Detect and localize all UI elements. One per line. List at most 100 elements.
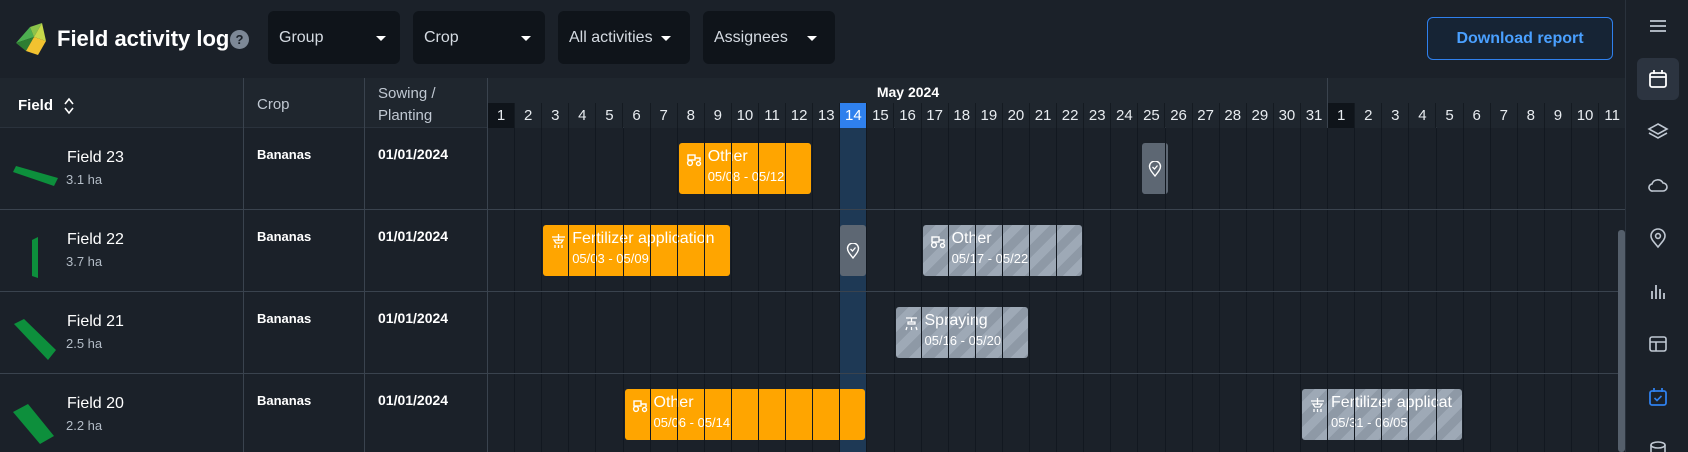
bar-chart-icon[interactable]: [1637, 270, 1679, 312]
activity-dates: 05/03 - 05/09: [572, 251, 649, 266]
sowing-date-cell: 01/01/2024: [378, 310, 449, 326]
day-label: 14: [840, 103, 868, 128]
grid-column-line: [703, 128, 705, 452]
field-area: 3.1 ha: [66, 172, 103, 187]
grid-column-line: [1381, 128, 1383, 452]
day-label: 20: [1002, 103, 1030, 128]
grid-column-line: [974, 128, 976, 452]
grid-column-line: [649, 128, 651, 452]
row-separator: [488, 291, 1625, 292]
grid-column-line: [1435, 128, 1437, 452]
spraying-icon: [904, 317, 918, 331]
field-shape-icon: [14, 319, 56, 360]
day-label: 4: [569, 103, 597, 128]
activity-dates: 05/08 - 05/12: [707, 169, 785, 184]
sowing-date-cell: 01/01/2024: [378, 228, 449, 244]
day-label: 16: [894, 103, 922, 128]
page-title: Field activity log: [57, 26, 230, 51]
day-label: 30: [1273, 103, 1301, 128]
field-area: 2.5 ha: [66, 336, 103, 351]
day-label: 5: [1436, 103, 1464, 128]
grid-column-line: [1543, 128, 1545, 452]
grid-column-line: [920, 128, 922, 452]
activity-label: Fertilizer application: [572, 230, 715, 247]
group-filter[interactable]: Group: [268, 11, 400, 64]
crop-column-header: Crop: [257, 96, 290, 113]
activity-label: Other: [951, 230, 992, 247]
grid-column-line: [514, 128, 516, 452]
database-icon[interactable]: [1637, 429, 1679, 452]
day-label: 6: [1463, 103, 1491, 128]
day-label: 27: [1192, 103, 1220, 128]
field-shape-icon: [13, 404, 54, 444]
sort-icon[interactable]: [63, 96, 75, 116]
assignees-filter[interactable]: Assignees: [703, 11, 835, 64]
day-label: 21: [1030, 103, 1058, 128]
location-pin-icon[interactable]: [1637, 217, 1679, 259]
field-area: 3.7 ha: [66, 254, 103, 269]
help-icon[interactable]: ?: [230, 30, 249, 49]
grid-column-line: [1056, 128, 1058, 452]
grid-column-line: [1164, 128, 1166, 452]
day-label: 2: [515, 103, 543, 128]
calendar-check-icon[interactable]: [1637, 376, 1679, 418]
tractor-icon: [632, 400, 647, 413]
menu-icon[interactable]: [1637, 5, 1679, 47]
activity-label: Other: [707, 148, 748, 165]
fertilizer-icon: [552, 234, 566, 248]
activity-bar[interactable]: Other 05/08 - 05/12: [678, 143, 812, 194]
field-column-header[interactable]: Field: [18, 96, 75, 116]
activity-bar[interactable]: Other 05/06 - 05/14: [624, 389, 866, 440]
activity-bar[interactable]: Fertilizer application 05/03 - 05/09: [543, 225, 730, 276]
grid-column-line: [1327, 128, 1329, 452]
grid-column-line: [758, 128, 759, 452]
day-label: 12: [786, 103, 814, 128]
activity-label: Other: [653, 394, 694, 411]
tractor-icon: [686, 154, 701, 167]
day-label: 2: [1355, 103, 1383, 128]
activity-bar[interactable]: Spraying 05/16 - 05/20: [895, 307, 1028, 358]
grid-column-line: [893, 128, 895, 452]
sowing-date-cell: 01/01/2024: [378, 392, 449, 408]
grid-column-line: [622, 128, 624, 452]
location-pin-icon: [1148, 160, 1162, 177]
day-label: 23: [1084, 103, 1112, 128]
vertical-scrollbar[interactable]: [1618, 230, 1625, 452]
cloud-icon[interactable]: [1637, 164, 1679, 206]
day-label: 7: [650, 103, 678, 128]
row-separator: [488, 209, 1625, 210]
day-label: 9: [704, 103, 732, 128]
day-label: 29: [1246, 103, 1274, 128]
scouting-pin-marker[interactable]: [840, 225, 866, 276]
day-label: 13: [813, 103, 841, 128]
row-separator: [488, 373, 1625, 374]
field-name: Field 22: [67, 231, 124, 248]
grid-column-line: [568, 128, 570, 452]
day-label: 3: [1382, 103, 1410, 128]
day-label: 15: [867, 103, 895, 128]
fertilizer-icon: [1311, 398, 1324, 412]
layers-icon[interactable]: [1637, 111, 1679, 153]
field-shape-icon: [13, 166, 58, 186]
grid-column-line: [1245, 128, 1247, 452]
crop-filter[interactable]: Crop: [413, 11, 545, 64]
download-report-button[interactable]: Download report: [1427, 17, 1613, 60]
day-label: 17: [921, 103, 949, 128]
calendar-icon[interactable]: [1637, 58, 1679, 100]
grid-column-line: [730, 128, 732, 452]
crop-cell: Bananas: [257, 311, 312, 326]
timeline-grid: Other 05/08 - 05/12 Fertilizer applicati…: [488, 128, 1625, 452]
grid-column-line: [676, 128, 678, 452]
grid-column-line: [1029, 128, 1030, 452]
day-label: 1: [488, 103, 516, 128]
crop-cell: Bananas: [257, 147, 312, 162]
activities-filter[interactable]: All activities: [558, 11, 690, 64]
activity-dates: 05/31 - 06/05: [1331, 415, 1408, 430]
right-sidebar: [1625, 0, 1688, 452]
layout-icon[interactable]: [1637, 323, 1679, 365]
day-label: 18: [948, 103, 976, 128]
header: Field activity log ? Group Crop All acti…: [0, 0, 1625, 78]
grid-column-line: [1571, 128, 1572, 452]
day-label: 31: [1301, 103, 1329, 128]
sowing-column-header-line2: Planting: [378, 107, 433, 124]
